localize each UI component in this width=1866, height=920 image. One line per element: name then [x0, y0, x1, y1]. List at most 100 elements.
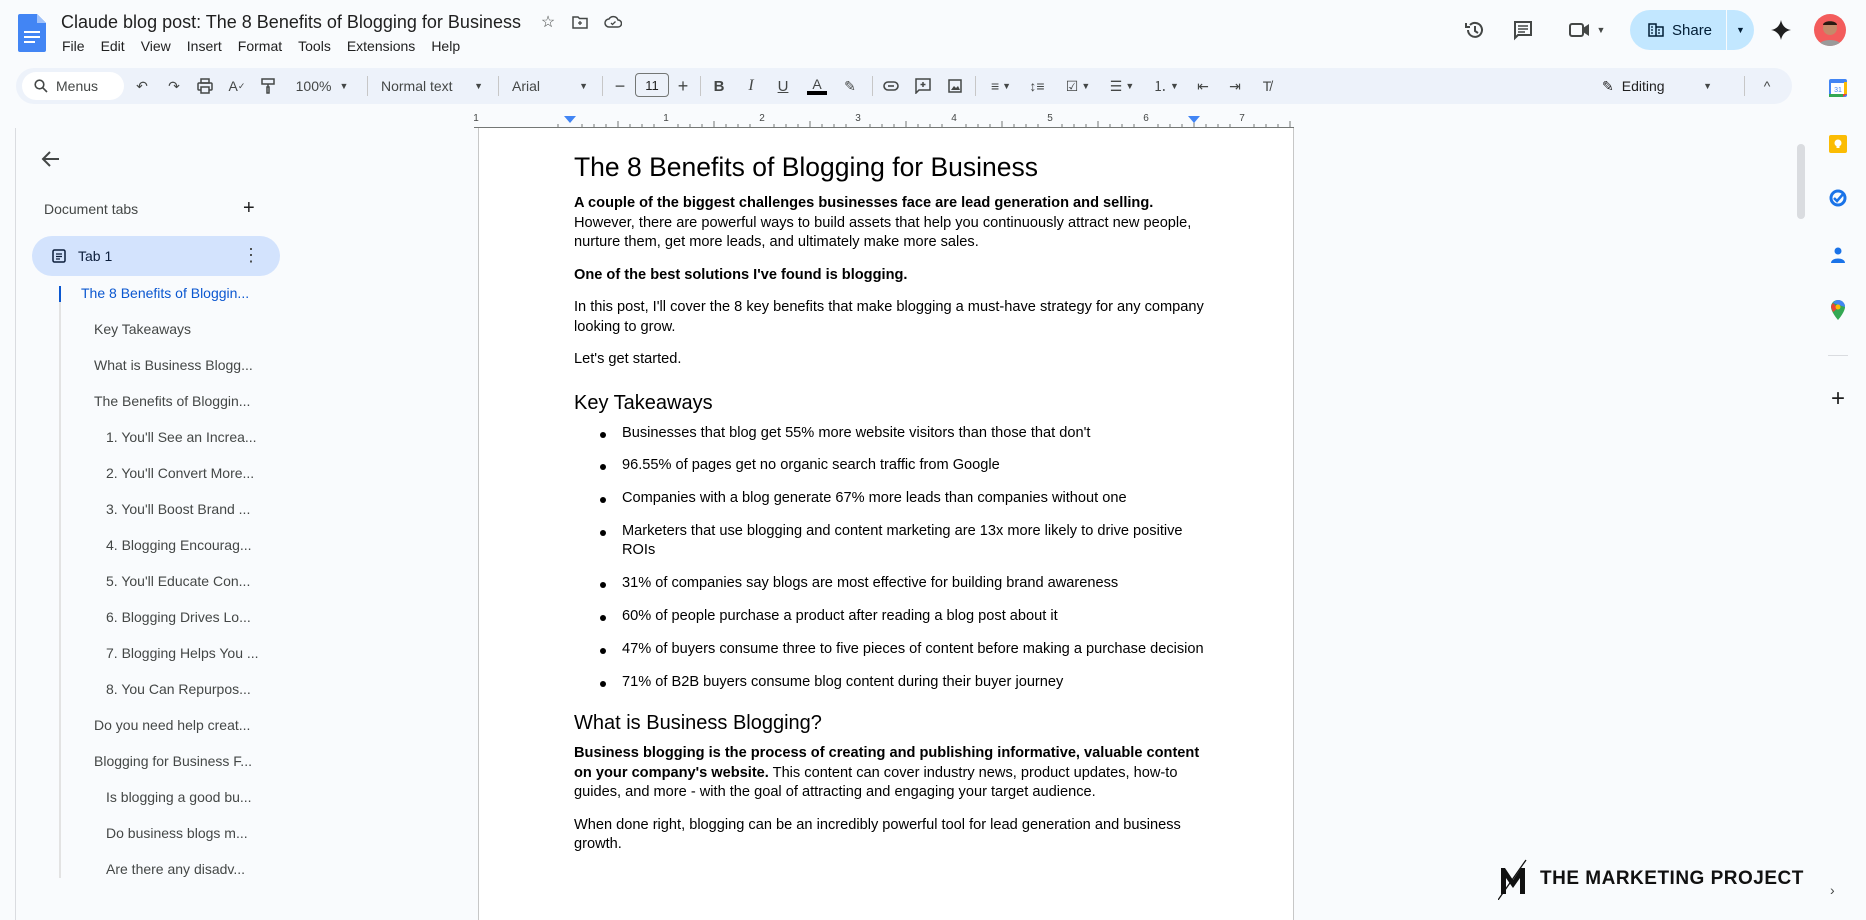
outline-item[interactable]: Blogging for Business F... — [94, 752, 252, 770]
outline-item[interactable]: 6. Blogging Drives Lo... — [106, 608, 251, 626]
font-size-input[interactable]: 11 — [635, 73, 669, 97]
more-options-icon[interactable]: ⋮ — [242, 246, 260, 264]
rail-divider — [1828, 355, 1848, 356]
gemini-icon[interactable] — [1765, 14, 1797, 46]
list-item: 31% of companies say blogs are most effe… — [574, 574, 1204, 594]
underline-icon[interactable]: U — [773, 72, 793, 100]
outline-item[interactable]: Key Takeaways — [94, 320, 191, 338]
star-icon[interactable]: ☆ — [538, 12, 558, 32]
decrease-font-size-icon[interactable]: − — [610, 72, 630, 100]
vertical-scrollbar[interactable] — [1797, 144, 1805, 219]
decrease-indent-icon[interactable]: ⇤ — [1192, 72, 1214, 100]
docs-logo-icon[interactable] — [18, 14, 46, 52]
share-dropdown[interactable]: ▼ — [1727, 25, 1754, 35]
ruler-label: 1 — [663, 113, 669, 124]
divider — [602, 76, 603, 96]
contacts-icon[interactable] — [1826, 243, 1850, 267]
outline-item[interactable]: The 8 Benefits of Bloggin... — [81, 284, 249, 302]
menu-view[interactable]: View — [133, 37, 179, 55]
meet-button[interactable]: ▼ — [1565, 14, 1609, 46]
outline-item[interactable]: 7. Blogging Helps You ... — [106, 644, 259, 662]
outline-item[interactable]: What is Business Blogg... — [94, 356, 253, 374]
clear-formatting-icon[interactable]: T̸ — [1256, 72, 1278, 100]
menu-edit[interactable]: Edit — [93, 37, 133, 55]
outline-item[interactable]: 3. You'll Boost Brand ... — [106, 500, 250, 518]
menu-tools[interactable]: Tools — [290, 37, 339, 55]
comments-icon[interactable] — [1507, 14, 1539, 46]
menu-help[interactable]: Help — [423, 37, 468, 55]
outline-item[interactable]: The Benefits of Bloggin... — [94, 392, 250, 410]
align-left-icon: ≡ — [990, 78, 1000, 94]
bold-text: One of the best solutions I've found is … — [574, 266, 908, 283]
toolbar — [16, 68, 1792, 104]
editing-mode-select[interactable]: ✎ Editing ▼ — [1590, 72, 1720, 100]
document-body[interactable]: The 8 Benefits of Blogging for Business … — [574, 150, 1204, 868]
user-avatar[interactable] — [1814, 14, 1846, 46]
outline-item[interactable]: 8. You Can Repurpos... — [106, 680, 251, 698]
outline-item[interactable]: Are there any disadv... — [106, 860, 245, 878]
paint-format-icon[interactable] — [258, 72, 278, 100]
add-comment-icon[interactable] — [912, 72, 934, 100]
keep-icon[interactable] — [1826, 132, 1850, 156]
tab-item[interactable]: Tab 1 ⋮ — [32, 236, 280, 276]
zoom-select[interactable]: 100% ▼ — [292, 72, 352, 100]
font-value: Arial — [512, 78, 541, 94]
paragraph-style-select[interactable]: Normal text ▼ — [381, 72, 487, 100]
search-menus-input[interactable]: Menus — [22, 72, 124, 100]
align-select[interactable]: ≡ ▼ — [985, 72, 1017, 100]
increase-font-size-icon[interactable]: + — [673, 72, 693, 100]
outline-track — [59, 286, 61, 878]
outline-item[interactable]: Do you need help creat... — [94, 716, 250, 734]
increase-indent-icon[interactable]: ⇥ — [1224, 72, 1246, 100]
calendar-icon[interactable]: 31 — [1826, 76, 1850, 100]
spellcheck-icon[interactable]: A ✓ — [227, 72, 247, 100]
ruler[interactable]: 1 1 2 3 4 5 6 7 — [474, 112, 1294, 128]
print-icon[interactable] — [195, 72, 215, 100]
outline-item[interactable]: Do business blogs m... — [106, 824, 248, 842]
share-button[interactable]: Share ▼ — [1630, 10, 1754, 50]
hide-menus-chevron-up-icon[interactable]: ^ — [1756, 72, 1778, 100]
outline-item[interactable]: 2. You'll Convert More... — [106, 464, 254, 482]
font-select[interactable]: Arial ▼ — [512, 72, 592, 100]
checklist-icon: ☑ — [1065, 77, 1079, 94]
add-tab-icon[interactable]: + — [243, 198, 255, 218]
list-item: 60% of people purchase a product after r… — [574, 607, 1204, 627]
undo-icon[interactable]: ↶ — [132, 72, 152, 100]
menu-file[interactable]: File — [54, 37, 93, 55]
checklist-select[interactable]: ☑ ▼ — [1060, 72, 1096, 100]
text-color-icon[interactable]: A — [805, 72, 829, 100]
highlight-color-icon[interactable]: ✎ — [840, 72, 860, 100]
move-folder-icon[interactable] — [570, 12, 590, 32]
share-label: Share — [1672, 21, 1713, 39]
redo-icon[interactable]: ↷ — [164, 72, 184, 100]
outline-item[interactable]: Is blogging a good bu... — [106, 788, 252, 806]
menu-format[interactable]: Format — [230, 37, 290, 55]
outline-item[interactable]: 1. You'll See an Increa... — [106, 428, 257, 446]
insert-image-icon[interactable] — [944, 72, 966, 100]
expand-side-panel-chevron-icon[interactable]: › — [1830, 882, 1835, 898]
menu-extensions[interactable]: Extensions — [339, 37, 423, 55]
line-spacing-icon[interactable]: ↕≡ — [1026, 72, 1048, 100]
version-history-icon[interactable] — [1459, 14, 1491, 46]
italic-icon[interactable]: I — [741, 72, 761, 100]
document-title[interactable]: Claude blog post: The 8 Benefits of Blog… — [61, 12, 521, 33]
sidebar-border — [15, 128, 16, 920]
intro-bold-text: A couple of the biggest challenges busin… — [574, 195, 1154, 211]
ruler-label: 3 — [855, 113, 861, 124]
bold-icon[interactable]: B — [709, 72, 729, 100]
numbered-list-select[interactable]: ⒈ ▼ — [1148, 72, 1184, 100]
tasks-icon[interactable] — [1826, 186, 1850, 210]
back-arrow-icon[interactable] — [40, 148, 62, 170]
outline-item[interactable]: 5. You'll Educate Con... — [106, 572, 250, 590]
get-add-ons-plus-icon[interactable]: + — [1826, 385, 1850, 412]
editing-mode-value: Editing — [1621, 78, 1665, 94]
outline-item[interactable]: 4. Blogging Encourag... — [106, 536, 252, 554]
ruler-label: 1 — [474, 113, 479, 124]
maps-icon[interactable] — [1826, 298, 1850, 322]
list-item: Companies with a blog generate 67% more … — [574, 489, 1204, 509]
bulleted-list-select[interactable]: ☰ ▼ — [1104, 72, 1140, 100]
insert-link-icon[interactable] — [880, 72, 902, 100]
cloud-saved-icon[interactable] — [603, 12, 623, 32]
paragraph: In this post, I'll cover the 8 key benef… — [574, 299, 1204, 335]
menu-insert[interactable]: Insert — [179, 37, 230, 55]
